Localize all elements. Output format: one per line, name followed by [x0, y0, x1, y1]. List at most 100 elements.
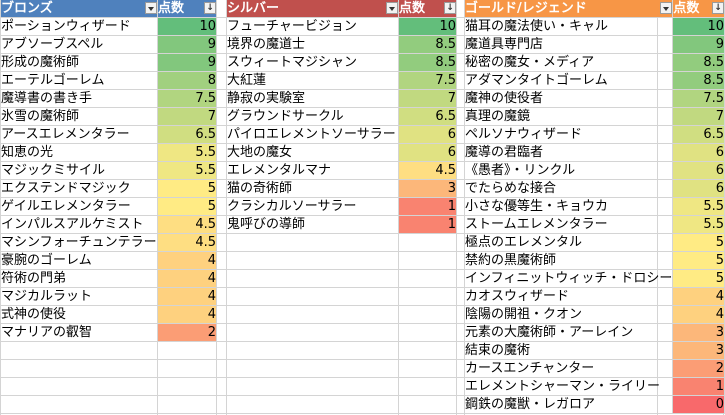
card-name-cell[interactable]: 形成の魔術師 [0, 53, 158, 72]
card-name-cell[interactable]: 大地の魔女 [226, 143, 399, 162]
score-cell[interactable]: 9 [672, 35, 725, 54]
sort-descending-icon[interactable]: ↓ [204, 1, 216, 14]
card-name-cell[interactable]: でたらめな接合 [463, 179, 673, 198]
card-name-cell[interactable]: スウィートマジシャン [226, 53, 399, 72]
score-cell[interactable]: 9 [157, 53, 217, 72]
score-cell[interactable]: 6 [398, 125, 457, 144]
score-cell[interactable]: 6.5 [157, 125, 217, 144]
card-name-cell[interactable]: エクステンドマジック [0, 179, 158, 198]
card-name-cell[interactable]: 豪腕のゴーレム [0, 251, 158, 270]
card-name-cell[interactable]: 鬼呼びの導師 [226, 215, 399, 234]
card-name-cell[interactable]: 極点のエレメンタル [463, 233, 673, 252]
sort-descending-icon[interactable]: ↓ [444, 1, 456, 14]
score-cell[interactable]: 3 [672, 341, 725, 360]
score-cell[interactable]: 10 [398, 17, 457, 36]
score-cell[interactable]: 5.5 [672, 215, 725, 234]
score-cell[interactable]: 6 [672, 161, 725, 180]
card-name-cell[interactable]: ゲイルエレメンタラー [0, 197, 158, 216]
filter-dropdown-icon[interactable] [386, 1, 398, 14]
score-cell[interactable]: 5 [157, 179, 217, 198]
score-cell[interactable]: 0 [672, 395, 725, 414]
card-name-cell[interactable]: インフィニットウィッチ・ドロシー [463, 269, 673, 288]
score-cell[interactable]: 8 [157, 71, 217, 90]
card-name-cell[interactable]: 真理の魔鏡 [463, 107, 673, 126]
card-name-cell[interactable]: 魔神の使役者 [463, 89, 673, 108]
filter-dropdown-icon[interactable] [660, 1, 673, 14]
score-cell[interactable]: 5.5 [157, 161, 217, 180]
score-cell[interactable]: 4.5 [157, 233, 217, 252]
card-name-cell[interactable]: 氷雪の魔術師 [0, 107, 158, 126]
card-name-cell[interactable]: 猫耳の魔法使い・キャル [463, 17, 673, 36]
card-name-cell[interactable]: 猫の奇術師 [226, 179, 399, 198]
card-name-cell[interactable]: 禁約の黒魔術師 [463, 251, 673, 270]
card-name-cell[interactable]: 式神の使役 [0, 305, 158, 324]
card-name-cell[interactable]: エーテルゴーレム [0, 71, 158, 90]
card-name-cell[interactable]: マナリアの叡智 [0, 323, 158, 342]
score-cell[interactable]: 10 [157, 17, 217, 36]
card-name-cell[interactable]: ペルソナウィザード [463, 125, 673, 144]
score-cell[interactable]: 4 [157, 269, 217, 288]
card-name-cell[interactable]: マシンフォーチュンテラー [0, 233, 158, 252]
score-cell[interactable]: 5.5 [672, 197, 725, 216]
score-cell[interactable]: 7.5 [398, 71, 457, 90]
score-cell[interactable]: 1 [672, 377, 725, 396]
score-cell[interactable]: 7 [672, 107, 725, 126]
card-name-cell[interactable]: フューチャービジョン [226, 17, 399, 36]
score-cell[interactable]: 4.5 [398, 161, 457, 180]
score-cell[interactable]: 5 [672, 269, 725, 288]
sort-descending-icon[interactable]: ↓ [712, 1, 724, 14]
card-name-cell[interactable]: アダマンタイトゴーレム [463, 71, 673, 90]
score-cell[interactable]: 5 [672, 233, 725, 252]
score-cell[interactable]: 5.5 [157, 143, 217, 162]
card-name-cell[interactable]: 魔導書の書き手 [0, 89, 158, 108]
score-cell[interactable]: 4 [672, 287, 725, 306]
score-cell[interactable]: 8.5 [672, 71, 725, 90]
score-cell[interactable]: 4 [157, 305, 217, 324]
card-name-cell[interactable]: 小さな優等生・キョウカ [463, 197, 673, 216]
card-name-cell[interactable]: グラウンドサークル [226, 107, 399, 126]
score-cell[interactable]: 6.5 [398, 107, 457, 126]
filter-dropdown-icon[interactable] [145, 1, 157, 14]
card-name-cell[interactable]: カオスウィザード [463, 287, 673, 306]
card-name-cell[interactable]: 結束の魔術 [463, 341, 673, 360]
score-cell[interactable]: 4.5 [157, 215, 217, 234]
score-cell[interactable]: 7.5 [672, 89, 725, 108]
score-cell[interactable]: 5 [157, 197, 217, 216]
score-cell[interactable]: 4 [672, 305, 725, 324]
card-name-cell[interactable]: 《愚者》・リンクル [463, 161, 673, 180]
score-cell[interactable]: 6 [672, 143, 725, 162]
card-name-cell[interactable]: マジックミサイル [0, 161, 158, 180]
card-name-cell[interactable]: インパルスアルケミスト [0, 215, 158, 234]
score-cell[interactable]: 8.5 [398, 53, 457, 72]
score-cell[interactable]: 4 [157, 251, 217, 270]
card-name-cell[interactable]: ストームエレメンタラー [463, 215, 673, 234]
card-name-cell[interactable]: アブソーブスペル [0, 35, 158, 54]
score-cell[interactable]: 8.5 [672, 53, 725, 72]
card-name-cell[interactable]: エレメンタルマナ [226, 161, 399, 180]
card-name-cell[interactable]: マジカルラット [0, 287, 158, 306]
card-name-cell[interactable]: 静寂の実験室 [226, 89, 399, 108]
score-cell[interactable]: 3 [672, 323, 725, 342]
score-cell[interactable]: 3 [398, 179, 457, 198]
card-name-cell[interactable]: クラシカルソーサラー [226, 197, 399, 216]
card-name-cell[interactable]: 知恵の光 [0, 143, 158, 162]
card-name-cell[interactable]: 鋼鉄の魔獣・レガロア [463, 395, 673, 414]
score-cell[interactable]: 2 [672, 359, 725, 378]
card-name-cell[interactable]: ポーションウィザード [0, 17, 158, 36]
score-cell[interactable]: 5 [672, 251, 725, 270]
score-cell[interactable]: 7 [398, 89, 457, 108]
card-name-cell[interactable]: 元素の大魔術師・アーレイン [463, 323, 673, 342]
score-cell[interactable]: 7 [157, 107, 217, 126]
score-cell[interactable]: 2 [157, 323, 217, 342]
score-cell[interactable]: 6 [672, 179, 725, 198]
card-name-cell[interactable]: 陰陽の開祖・クオン [463, 305, 673, 324]
score-cell[interactable]: 10 [672, 17, 725, 36]
score-cell[interactable]: 6.5 [672, 125, 725, 144]
score-cell[interactable]: 4 [157, 287, 217, 306]
card-name-cell[interactable]: アースエレメンタラー [0, 125, 158, 144]
score-cell[interactable]: 6 [398, 143, 457, 162]
card-name-cell[interactable]: 秘密の魔女・メディア [463, 53, 673, 72]
score-cell[interactable]: 7.5 [157, 89, 217, 108]
card-name-cell[interactable]: エレメントシャーマン・ライリー [463, 377, 673, 396]
card-name-cell[interactable]: 魔導の君臨者 [463, 143, 673, 162]
